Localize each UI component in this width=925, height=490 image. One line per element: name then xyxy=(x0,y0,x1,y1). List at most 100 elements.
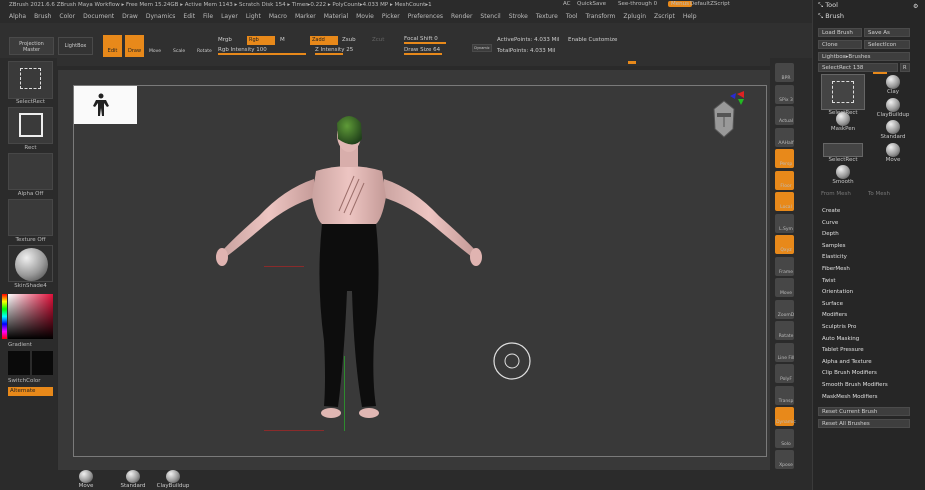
menu-dynamics[interactable]: Dynamics xyxy=(146,11,176,23)
zadd-toggle[interactable]: Zadd xyxy=(310,36,338,45)
quicksave-button[interactable]: QuickSave xyxy=(577,1,606,7)
submenu-surface[interactable]: Surface xyxy=(822,301,843,307)
menu-file[interactable]: File xyxy=(203,11,213,23)
tray-handle[interactable] xyxy=(628,61,636,64)
projection-master-button[interactable]: Projection Master xyxy=(9,37,54,55)
submenu-twist[interactable]: Twist xyxy=(822,278,836,284)
menu-preferences[interactable]: Preferences xyxy=(408,11,443,23)
move-mode-button[interactable]: Move xyxy=(149,49,161,54)
submenu-sculptris-pro[interactable]: Sculptris Pro xyxy=(822,324,856,330)
menu-tool[interactable]: Tool xyxy=(566,11,578,23)
menus-toggle[interactable]: Menus xyxy=(668,1,692,7)
see-through-slider[interactable]: See-through 0 xyxy=(618,1,657,7)
menu-document[interactable]: Document xyxy=(83,11,114,23)
edit-mode-button[interactable]: Edit xyxy=(103,35,122,57)
to-mesh-button[interactable]: To Mesh xyxy=(868,191,890,197)
settings-gear-icon[interactable]: ⚙ xyxy=(913,3,918,10)
gizmo-circle-icon[interactable] xyxy=(492,341,532,381)
bottom-brush-standard[interactable]: Standard xyxy=(115,470,151,489)
alpha-slot[interactable] xyxy=(8,153,53,190)
rgb-toggle[interactable]: Rgb xyxy=(247,36,275,45)
menu-render[interactable]: Render xyxy=(451,11,472,23)
menu-macro[interactable]: Macro xyxy=(269,11,287,23)
menu-movie[interactable]: Movie xyxy=(356,11,374,23)
bottom-brush-move[interactable]: Move xyxy=(68,470,104,489)
brush-selectrect-item[interactable]: SelectRect xyxy=(817,143,869,163)
submenu-orientation[interactable]: Orientation xyxy=(822,289,853,295)
brush-claybuildup-item[interactable]: ClayBuildup xyxy=(867,98,919,118)
bottom-brush-claybuildup[interactable]: ClayBuildup xyxy=(155,470,191,489)
alternate-button[interactable]: Alternate xyxy=(8,387,53,396)
brush-standard-item[interactable]: Standard xyxy=(867,120,919,140)
rotate-mode-button[interactable]: Rotate xyxy=(197,49,212,54)
texture-slot[interactable] xyxy=(8,199,53,236)
scale-mode-button[interactable]: Scale xyxy=(173,49,185,54)
from-mesh-button[interactable]: From Mesh xyxy=(821,191,851,197)
submenu-modifiers[interactable]: Modifiers xyxy=(822,312,847,318)
menu-alpha[interactable]: Alpha xyxy=(9,11,26,23)
hue-strip[interactable] xyxy=(2,294,7,339)
menu-brush[interactable]: Brush xyxy=(34,11,51,23)
submenu-alpha-and-texture[interactable]: Alpha and Texture xyxy=(822,359,872,365)
enable-customize-button[interactable]: Enable Customize xyxy=(568,37,617,43)
stroke-slot[interactable] xyxy=(8,107,53,144)
material-slot[interactable] xyxy=(8,245,53,282)
menu-material[interactable]: Material xyxy=(324,11,348,23)
menu-light[interactable]: Light xyxy=(246,11,261,23)
menu-zplugin[interactable]: Zplugin xyxy=(623,11,646,23)
submenu-auto-masking[interactable]: Auto Masking xyxy=(822,336,859,342)
navigation-window[interactable] xyxy=(74,86,137,124)
mrgb-toggle[interactable]: Mrgb xyxy=(218,37,232,43)
submenu-curve[interactable]: Curve xyxy=(822,220,838,226)
menu-texture[interactable]: Texture xyxy=(536,11,558,23)
reset-current-brush-button[interactable]: Reset Current Brush xyxy=(818,407,910,416)
lightbox-brushes-button[interactable]: Lightbox▸Brushes xyxy=(818,52,910,61)
menu-zscript[interactable]: Zscript xyxy=(654,11,675,23)
lightbox-button[interactable]: LightBox xyxy=(58,37,93,55)
menu-picker[interactable]: Picker xyxy=(382,11,400,23)
menu-draw[interactable]: Draw xyxy=(122,11,138,23)
focal-shift-slider[interactable]: Focal Shift 0 xyxy=(404,36,446,44)
switch-color-button[interactable]: SwitchColor xyxy=(8,378,53,384)
brush-clay-item[interactable]: Clay xyxy=(867,75,919,95)
rgb-intensity-slider[interactable]: Rgb Intensity 100 xyxy=(218,47,306,55)
secondary-color-swatch[interactable] xyxy=(32,351,53,375)
z-intensity-slider[interactable]: Z Intensity 25 xyxy=(315,47,353,55)
submenu-elasticity[interactable]: Elasticity xyxy=(822,254,847,260)
menu-help[interactable]: Help xyxy=(683,11,697,23)
human-mesh-model[interactable] xyxy=(214,101,494,441)
save-as-button[interactable]: Save As xyxy=(864,28,910,37)
submenu-create[interactable]: Create xyxy=(822,208,840,214)
menu-stencil[interactable]: Stencil xyxy=(480,11,500,23)
ac-button[interactable]: AC xyxy=(563,1,571,7)
select-icon-button[interactable]: SelectIcon xyxy=(864,40,910,49)
submenu-maskmesh-modifiers[interactable]: MaskMesh Modifiers xyxy=(822,394,878,400)
submenu-depth[interactable]: Depth xyxy=(822,231,839,237)
brush-heading[interactable]: ⤡ Brush xyxy=(818,12,844,21)
menu-marker[interactable]: Marker xyxy=(295,11,316,23)
active-brush-thumb[interactable] xyxy=(821,74,865,110)
r-button[interactable]: R xyxy=(900,63,910,72)
select-rect-slot[interactable] xyxy=(8,61,53,99)
orientation-head-icon[interactable] xyxy=(704,91,744,146)
menu-color[interactable]: Color xyxy=(59,11,75,23)
color-picker[interactable] xyxy=(8,294,53,339)
main-color-swatch[interactable] xyxy=(8,351,30,375)
reset-all-brush-button[interactable]: Reset All Brushes xyxy=(818,419,910,428)
default-zscript-button[interactable]: DefaultZScript xyxy=(690,1,730,7)
menu-edit[interactable]: Edit xyxy=(183,11,195,23)
submenu-fibermesh[interactable]: FiberMesh xyxy=(822,266,850,272)
selectrect-slider[interactable]: SelectRect 138 xyxy=(818,63,898,72)
zcut-toggle[interactable]: Zcut xyxy=(372,37,384,43)
brush-smooth-item[interactable]: Smooth xyxy=(817,165,869,185)
m-toggle[interactable]: M xyxy=(280,37,285,43)
submenu-samples[interactable]: Samples xyxy=(822,243,846,249)
brush-move-item[interactable]: Move xyxy=(867,143,919,163)
submenu-tablet-pressure[interactable]: Tablet Pressure xyxy=(822,347,864,353)
zsub-toggle[interactable]: Zsub xyxy=(342,37,356,43)
draw-size-slider[interactable]: Draw Size 64 xyxy=(404,47,442,55)
dynamic-button[interactable]: Dynamic xyxy=(472,44,492,52)
submenu-smooth-brush-modifiers[interactable]: Smooth Brush Modifiers xyxy=(822,382,888,388)
document-viewport[interactable] xyxy=(73,85,767,457)
menu-stroke[interactable]: Stroke xyxy=(509,11,528,23)
